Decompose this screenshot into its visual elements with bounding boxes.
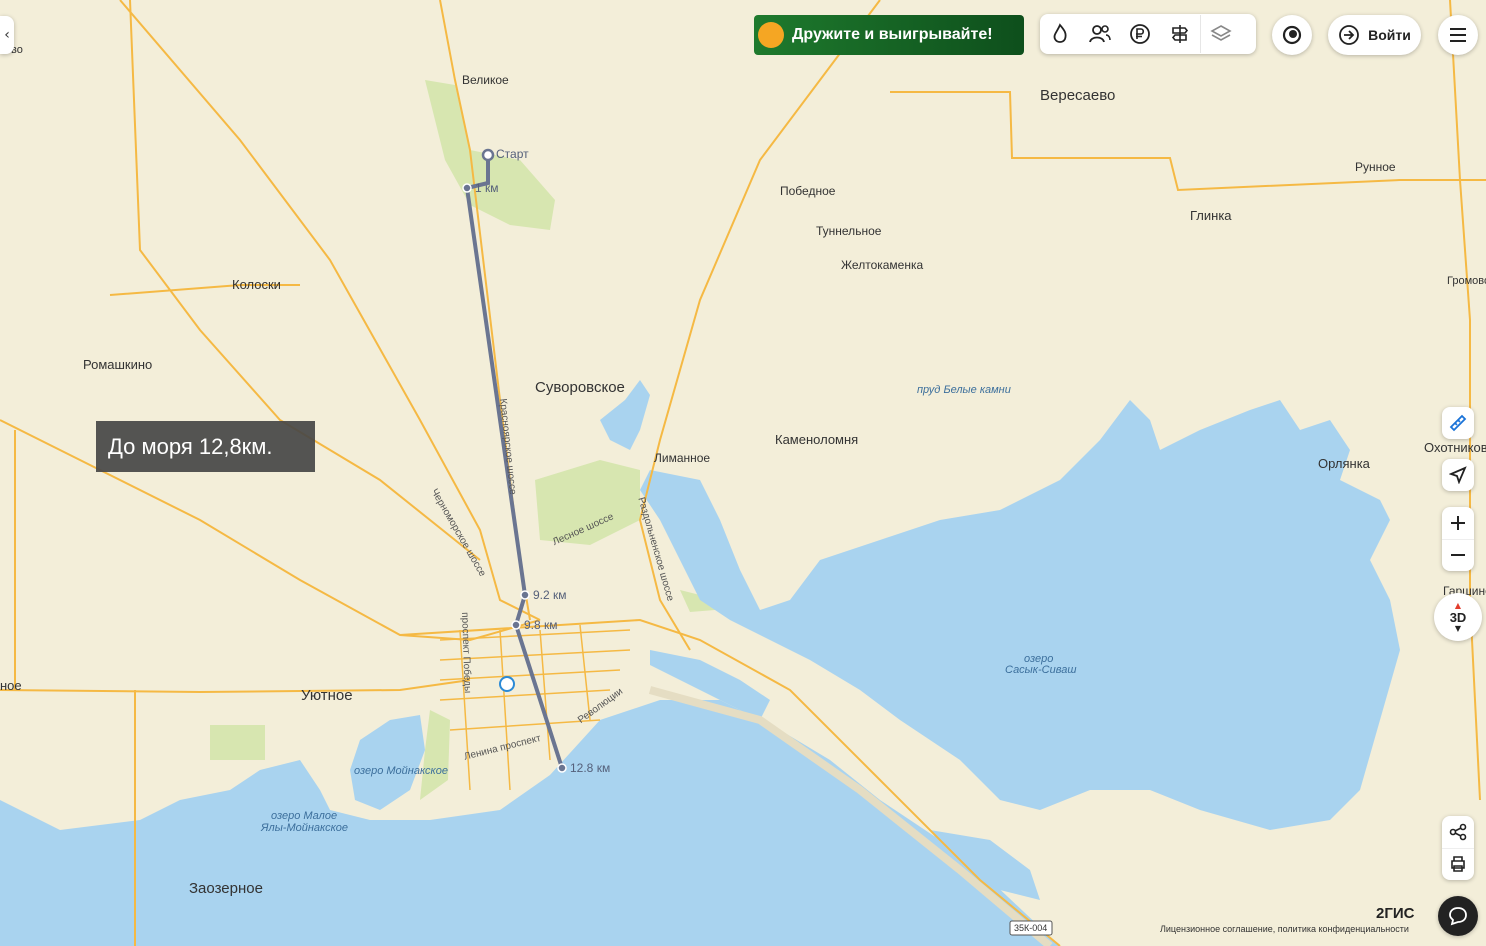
route-label-1km: 1 км xyxy=(475,181,499,195)
water-label-maloe-1: озеро Малое xyxy=(271,810,338,822)
map-toolbar xyxy=(1040,14,1256,54)
zoom-control xyxy=(1442,507,1474,571)
my-location-button[interactable] xyxy=(1442,459,1474,491)
distance-tooltip: До моря 12,8км. xyxy=(96,421,315,472)
place-glinka[interactable]: Глинка xyxy=(1190,208,1232,223)
directions-button[interactable] xyxy=(1160,15,1200,53)
route-point-9-2km[interactable] xyxy=(520,590,530,600)
place-orlyanka[interactable]: Орлянка xyxy=(1318,456,1370,471)
printer-icon xyxy=(1451,856,1465,873)
collapse-panel-button[interactable]: ‹ xyxy=(0,16,14,54)
zoom-in-button[interactable] xyxy=(1442,507,1474,540)
chat-button[interactable] xyxy=(1438,896,1478,936)
water-label-maloe-2: Ялы-Мойнакское xyxy=(261,822,349,834)
gift-icon xyxy=(758,22,784,48)
place-kamenolomnya[interactable]: Каменоломня xyxy=(775,432,858,447)
chat-bubble-icon xyxy=(1449,907,1467,926)
users-icon xyxy=(1089,25,1111,43)
compass-3d-button[interactable]: ▲ 3D ▼ xyxy=(1434,593,1482,641)
place-zheltokamenka[interactable]: Желтокаменка xyxy=(841,258,923,272)
layers-button[interactable] xyxy=(1200,15,1241,53)
ruler-icon xyxy=(1449,414,1467,432)
road-number: 35К-004 xyxy=(1014,923,1048,933)
place-romashkino[interactable]: Ромашкино xyxy=(83,357,152,372)
place-gromovo[interactable]: Громово xyxy=(1447,275,1486,287)
payments-button[interactable] xyxy=(1120,15,1160,53)
attractions-button[interactable] xyxy=(1040,15,1080,53)
hamburger-icon xyxy=(1450,28,1466,42)
avatar-icon xyxy=(1282,25,1302,45)
place-pobednoe[interactable]: Победное xyxy=(780,184,835,198)
route-point-9-8km[interactable] xyxy=(511,620,521,630)
ruler-button[interactable] xyxy=(1442,407,1474,439)
menu-button[interactable] xyxy=(1438,15,1478,55)
location-arrow-icon xyxy=(1449,466,1467,484)
place-runnoe[interactable]: Рунное xyxy=(1355,160,1396,174)
layers-icon xyxy=(1210,25,1232,41)
place-suvorovskoe[interactable]: Суворовское xyxy=(535,379,625,396)
map-canvas[interactable] xyxy=(0,0,1486,946)
friends-button[interactable] xyxy=(1080,15,1120,53)
route-label-9-8km: 9.8 км xyxy=(524,618,558,632)
route-point-12-8km[interactable] xyxy=(557,763,567,773)
share-print-control xyxy=(1442,816,1474,880)
view-3d-label: 3D xyxy=(1449,609,1467,625)
fire-icon xyxy=(1053,23,1067,43)
place-veresaevo[interactable]: Вересаево xyxy=(1040,87,1115,104)
share-button[interactable] xyxy=(1442,816,1474,849)
logo: 2ГИС xyxy=(1376,905,1415,922)
route-start-point[interactable] xyxy=(481,148,495,162)
license-link[interactable]: Лицензионное соглашение, политика конфид… xyxy=(1160,924,1409,934)
place-limannoe[interactable]: Лиманное xyxy=(654,451,710,465)
login-icon xyxy=(1339,25,1360,45)
place-okhotnikovo[interactable]: Охотниково xyxy=(1424,440,1486,455)
place-koloski[interactable]: Колоски xyxy=(232,277,281,292)
chevron-left-icon: ‹ xyxy=(4,27,10,43)
signpost-icon xyxy=(1171,25,1189,43)
place-utnoe[interactable]: Уютное xyxy=(301,687,353,704)
compass-south-icon: ▼ xyxy=(1454,623,1462,633)
route-point-1km[interactable] xyxy=(462,183,472,193)
ruble-icon xyxy=(1130,24,1150,44)
minus-icon xyxy=(1451,554,1465,557)
promo-text: Дружите и выигрывайте! xyxy=(792,26,993,43)
place-velikoe[interactable]: Великое xyxy=(462,73,509,87)
promo-banner[interactable]: Дружите и выигрывайте! xyxy=(754,15,1024,55)
plus-icon xyxy=(1451,515,1465,530)
share-icon xyxy=(1449,823,1467,841)
login-label: Войти xyxy=(1368,27,1411,43)
water-label-moynakskoe: озеро Мойнакское xyxy=(354,765,448,777)
water-label-prud: пруд Белые камни xyxy=(917,384,1011,396)
place-zaozernoe[interactable]: Заозерное xyxy=(189,880,263,897)
profile-button[interactable] xyxy=(1272,15,1312,55)
place-tunnelnoe[interactable]: Туннельное xyxy=(816,224,881,238)
route-label-12-8km: 12.8 км xyxy=(570,761,611,775)
print-button[interactable] xyxy=(1442,849,1474,881)
route-start-label: Старт xyxy=(496,147,529,161)
login-button[interactable]: Войти xyxy=(1328,15,1421,55)
route-label-9-2km: 9.2 км xyxy=(533,588,567,602)
compass-north-icon: ▲ xyxy=(1454,600,1462,610)
bus-station-icon[interactable] xyxy=(499,676,515,692)
zoom-out-button[interactable] xyxy=(1442,540,1474,572)
place-label: ное xyxy=(0,678,22,693)
water-label-sasyk-2: Сасык-Сиваш xyxy=(1005,664,1077,676)
